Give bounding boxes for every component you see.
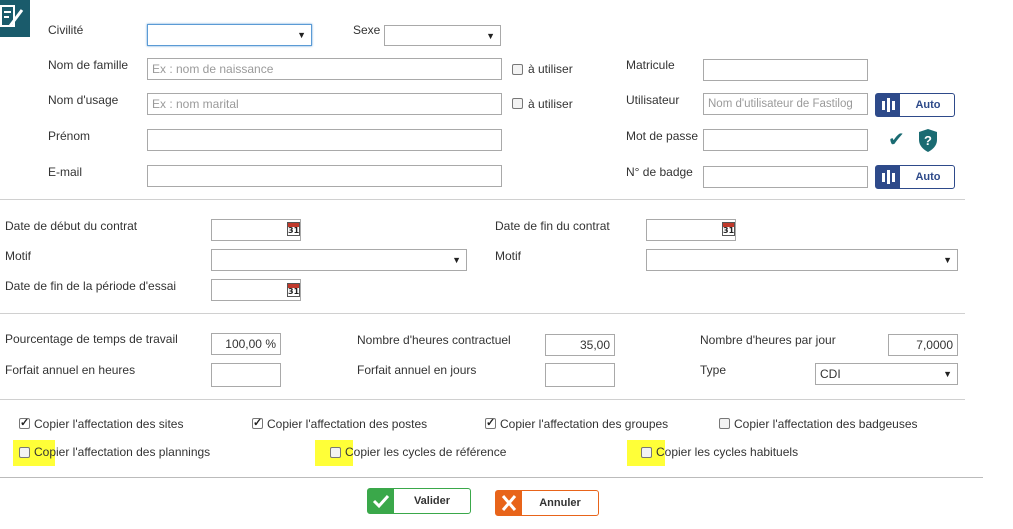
badge-auto-button[interactable]: Auto — [875, 165, 955, 189]
section-divider — [0, 199, 965, 200]
section-divider — [0, 399, 965, 400]
utilisateur-label: Utilisateur — [626, 93, 680, 107]
date-debut-label: Date de début du contrat — [5, 219, 138, 233]
auto-label: Auto — [915, 171, 941, 183]
chevron-down-icon: ▼ — [297, 30, 306, 40]
copy-cycles-habituels-label: Copier les cycles habituels — [656, 445, 799, 459]
copy-badgeuses-label: Copier l'affectation des badgeuses — [734, 417, 918, 431]
heures-contractuel-input[interactable]: 35,00 — [545, 334, 615, 356]
forfait-heures-label: Forfait annuel en heures — [5, 363, 136, 377]
copy-cycles-reference-checkbox[interactable] — [330, 447, 341, 458]
badge-input[interactable] — [703, 166, 868, 188]
nom-famille-a-utiliser-checkbox[interactable] — [512, 64, 523, 75]
civilite-label: Civilité — [48, 23, 84, 37]
copy-badgeuses-checkbox[interactable] — [719, 418, 730, 429]
utilisateur-auto-button[interactable]: Auto — [875, 93, 955, 117]
type-select[interactable]: CDI ▼ — [815, 363, 958, 385]
forfait-heures-input[interactable] — [211, 363, 281, 387]
prenom-label: Prénom — [48, 129, 91, 143]
motif-fin-select[interactable]: ▼ — [646, 249, 958, 271]
section-divider — [0, 313, 965, 314]
pourcentage-input[interactable]: 100,00 % — [211, 333, 281, 355]
copy-sites-checkbox[interactable] — [19, 416, 30, 429]
motif-debut-select[interactable]: ▼ — [211, 249, 467, 271]
utilisateur-input[interactable]: Nom d'utilisateur de Fastilog — [703, 93, 868, 115]
auto-label: Auto — [915, 99, 941, 111]
type-label: Type — [700, 363, 727, 377]
mot-de-passe-input[interactable] — [703, 129, 868, 151]
pourcentage-label: Pourcentage de temps de travail — [5, 332, 178, 346]
copy-cycles-habituels-checkbox[interactable] — [641, 447, 652, 458]
sexe-label: Sexe — [353, 23, 381, 37]
calendar-icon[interactable]: 31 — [722, 222, 735, 236]
form-edit-icon — [0, 0, 30, 37]
nom-famille-label: Nom de famille — [48, 58, 129, 72]
prenom-input[interactable] — [147, 129, 502, 151]
calendar-icon[interactable]: 31 — [287, 283, 300, 297]
barcode-icon — [876, 94, 900, 116]
date-fin-label: Date de fin du contrat — [495, 219, 610, 233]
type-selected-value: CDI — [820, 367, 841, 381]
forfait-jours-label: Forfait annuel en jours — [357, 363, 477, 377]
chevron-down-icon: ▼ — [943, 255, 952, 265]
close-icon — [496, 491, 522, 515]
shield-help-icon[interactable]: ? — [917, 128, 939, 156]
barcode-icon — [876, 166, 900, 188]
chevron-down-icon: ▼ — [486, 31, 495, 41]
nom-usage-input[interactable]: Ex : nom marital — [147, 93, 502, 115]
heures-jour-input[interactable]: 7,0000 — [888, 334, 958, 356]
copy-postes-checkbox[interactable] — [252, 416, 263, 429]
chevron-down-icon: ▼ — [943, 369, 952, 379]
badge-label: N° de badge — [626, 165, 693, 179]
matricule-label: Matricule — [626, 58, 675, 72]
copy-groupes-label: Copier l'affectation des groupes — [500, 417, 669, 431]
copy-cycles-reference-label: Copier les cycles de référence — [345, 445, 507, 459]
matricule-input[interactable] — [703, 59, 868, 81]
motif-label: Motif — [495, 249, 522, 263]
fin-essai-label: Date de fin de la période d'essai — [5, 279, 177, 293]
annuler-button[interactable]: Annuler — [495, 490, 599, 516]
copy-postes-label: Copier l'affectation des postes — [267, 417, 428, 431]
chevron-down-icon: ▼ — [452, 255, 461, 265]
email-label: E-mail — [48, 165, 83, 179]
checkmark-icon: ✔ — [888, 127, 905, 151]
annuler-label: Annuler — [539, 497, 581, 509]
copy-sites-label: Copier l'affectation des sites — [34, 417, 184, 431]
civilite-select[interactable]: ▼ — [147, 24, 312, 46]
a-utiliser-label: à utiliser — [528, 97, 573, 111]
copy-groupes-checkbox[interactable] — [485, 416, 496, 429]
motif-label: Motif — [5, 249, 32, 263]
sexe-select[interactable]: ▼ — [384, 25, 501, 46]
copy-plannings-checkbox[interactable] — [19, 447, 30, 458]
check-icon — [368, 489, 394, 513]
nom-famille-input[interactable]: Ex : nom de naissance — [147, 58, 502, 80]
heures-jour-label: Nombre d'heures par jour — [700, 333, 836, 347]
nom-usage-a-utiliser-checkbox[interactable] — [512, 98, 523, 109]
heures-contractuel-label: Nombre d'heures contractuel — [357, 333, 511, 347]
calendar-icon[interactable]: 31 — [287, 222, 300, 236]
mot-de-passe-label: Mot de passe — [626, 129, 699, 143]
a-utiliser-label: à utiliser — [528, 62, 573, 76]
email-input[interactable] — [147, 165, 502, 187]
forfait-jours-input[interactable] — [545, 363, 615, 387]
section-divider — [0, 477, 983, 478]
svg-text:?: ? — [924, 133, 932, 148]
valider-button[interactable]: Valider — [367, 488, 471, 514]
copy-plannings-label: Copier l'affectation des plannings — [34, 445, 211, 459]
nom-usage-label: Nom d'usage — [48, 93, 119, 107]
valider-label: Valider — [413, 495, 451, 507]
